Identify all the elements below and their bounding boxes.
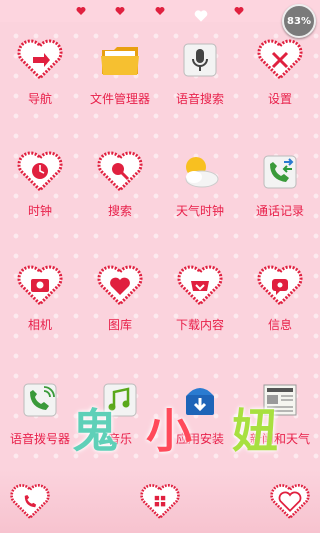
app-camera[interactable]: 相机 <box>0 260 80 360</box>
app-call-log[interactable]: 通话记录 <box>240 146 320 246</box>
heart-icon <box>155 7 165 15</box>
watermark-char: 小 <box>146 404 192 458</box>
app-voice-search[interactable]: 语音搜索 <box>160 34 240 134</box>
clock-heart-icon <box>15 150 65 194</box>
microphone-icon <box>175 38 225 82</box>
app-label: 导航 <box>27 92 52 106</box>
app-label: 语音搜索 <box>175 92 224 106</box>
app-settings[interactable]: 设置 <box>240 34 320 134</box>
navigation-heart-icon <box>15 38 65 82</box>
app-drawer-heart-icon <box>140 484 180 520</box>
browser-heart-icon <box>270 484 310 520</box>
app-label: 通话记录 <box>255 204 304 218</box>
app-label: 文件管理器 <box>89 92 150 106</box>
app-weather-clock[interactable]: 天气时钟 <box>160 146 240 246</box>
weather-icon <box>175 150 225 194</box>
heart-icon <box>76 7 86 15</box>
app-label: 下载内容 <box>175 318 224 332</box>
app-voice-dialer[interactable]: 语音拨号器 <box>0 374 80 474</box>
app-file-manager[interactable]: 文件管理器 <box>80 34 160 134</box>
app-gallery[interactable]: 图库 <box>80 260 160 360</box>
heart-icon <box>234 7 244 15</box>
app-label: 语音拨号器 <box>9 432 70 446</box>
dock-browser-button[interactable] <box>268 482 312 522</box>
watermark-char: 妞 <box>232 404 278 458</box>
call-log-icon <box>255 150 305 194</box>
camera-heart-icon <box>15 264 65 308</box>
app-label: 搜索 <box>107 204 132 218</box>
message-heart-icon <box>255 264 305 308</box>
app-search[interactable]: 搜索 <box>80 146 160 246</box>
dock-phone-button[interactable] <box>8 482 52 522</box>
search-heart-icon <box>95 150 145 194</box>
heart-icon <box>194 10 208 22</box>
status-bar: 83% <box>0 0 320 38</box>
dock <box>0 470 320 533</box>
app-label: 相机 <box>27 318 52 332</box>
app-label: 时钟 <box>27 204 52 218</box>
app-downloads[interactable]: 下载内容 <box>160 260 240 360</box>
phone-heart-icon <box>10 484 50 520</box>
download-heart-icon <box>175 264 225 308</box>
folder-icon <box>95 38 145 82</box>
heart-icon <box>115 7 125 15</box>
app-label: 天气时钟 <box>175 204 224 218</box>
app-messages[interactable]: 信息 <box>240 260 320 360</box>
settings-heart-icon <box>255 38 305 82</box>
app-label: 信息 <box>267 318 292 332</box>
app-navigation[interactable]: 导航 <box>0 34 80 134</box>
app-label: 图库 <box>107 318 132 332</box>
app-label: 设置 <box>267 92 292 106</box>
battery-indicator: 83% <box>282 4 316 38</box>
gallery-heart-icon <box>95 264 145 308</box>
dock-app-drawer-button[interactable] <box>138 482 182 522</box>
watermark-char: 鬼 <box>72 404 118 458</box>
app-clock[interactable]: 时钟 <box>0 146 80 246</box>
voice-dialer-icon <box>15 378 65 422</box>
